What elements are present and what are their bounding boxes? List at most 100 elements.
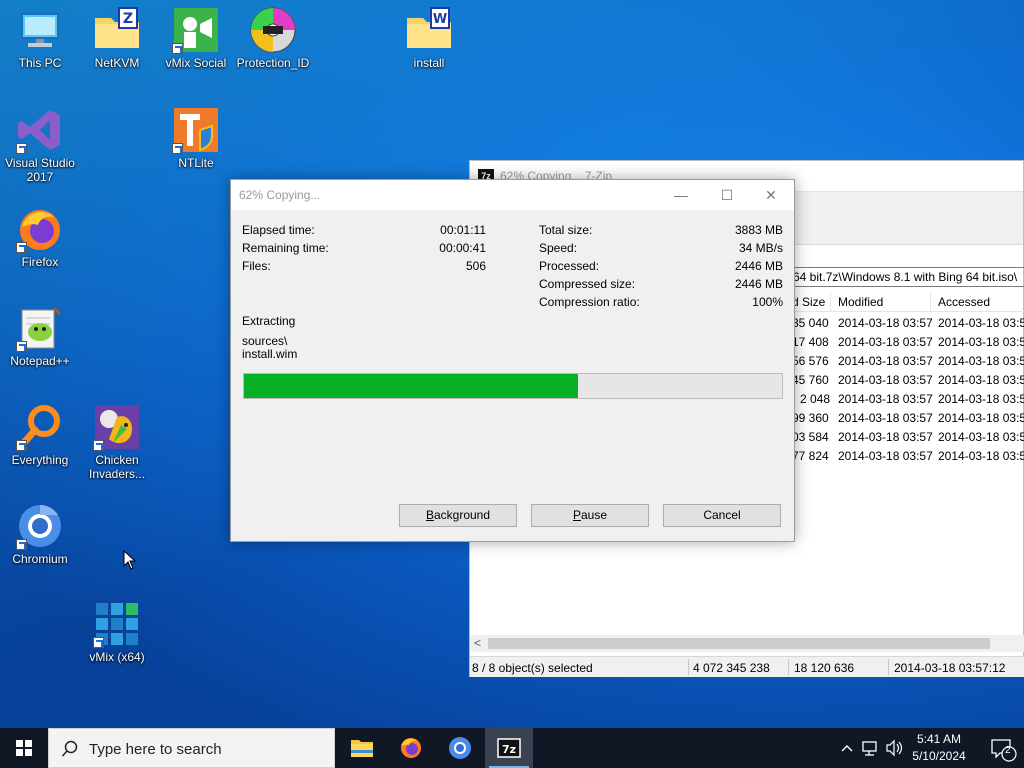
desktop-icon-protection-id[interactable]: Protection_ID [233, 6, 313, 70]
scroll-left-icon[interactable]: < [474, 636, 481, 650]
desktop-icon-label: NTLite [178, 156, 214, 170]
svg-text:7z: 7z [502, 743, 516, 756]
pause-button-accelerator: P [572, 508, 581, 522]
taskbar-seven-zip[interactable]: 7z [485, 728, 533, 768]
desktop-icon-label: Protection_ID [236, 56, 310, 70]
file-accessed: 2014-03-18 03:57 [938, 392, 1024, 406]
vmix-social-icon [172, 6, 220, 54]
column-header-size[interactable]: d Size [792, 295, 825, 309]
search-icon [61, 740, 78, 757]
file-accessed: 2014-03-18 03:57 [938, 449, 1024, 463]
column-header-modified[interactable]: Modified [838, 295, 883, 309]
shortcut-arrow-icon [16, 341, 27, 352]
minimize-button[interactable]: — [658, 180, 704, 210]
notification-count-badge: 2 [1005, 745, 1011, 756]
file-accessed: 2014-03-18 03:57 [938, 411, 1024, 425]
chromium-icon [16, 502, 64, 550]
column-header-accessed[interactable]: Accessed [938, 295, 990, 309]
file-size: 99 360 [792, 411, 829, 425]
desktop-icon-vmix[interactable]: vMix (x64) [77, 600, 157, 664]
file-explorer-icon [351, 740, 373, 757]
pause-button[interactable]: Pause [531, 504, 649, 527]
folder-icon: Z [93, 6, 141, 54]
file-modified: 2014-03-18 03:57 [838, 449, 933, 463]
file-modified: 2014-03-18 03:57 [838, 373, 933, 387]
desktop-icon-this-pc[interactable]: This PC [0, 6, 80, 70]
taskbar-file-explorer[interactable] [338, 728, 386, 768]
file-size: 77 824 [792, 449, 829, 463]
file-accessed: 2014-03-18 03:57 [938, 430, 1024, 444]
processed-value: 2446 MB [734, 259, 783, 273]
shortcut-arrow-icon [172, 43, 183, 54]
desktop-icon-label: Visual Studio 2017 [5, 156, 75, 184]
desktop-icon-everything[interactable]: Everything [0, 403, 80, 467]
file-size: 2 048 [800, 392, 831, 406]
firefox-icon [401, 738, 421, 758]
elapsed-time-label: Elapsed time: [242, 223, 315, 237]
network-icon[interactable] [860, 728, 882, 768]
desktop-icon-label: NetKVM [94, 56, 140, 70]
total-size-label: Total size: [539, 223, 593, 237]
mouse-cursor-icon [123, 549, 137, 573]
background-button-accelerator: B [425, 508, 434, 522]
maximize-button[interactable]: ☐ [704, 180, 750, 210]
scrollbar-thumb[interactable] [488, 638, 990, 649]
status-bar: 8 / 8 object(s) selected 4 072 345 238 1… [470, 656, 1024, 677]
copy-progress-dialog[interactable]: 62% Copying... — ☐ ✕ Elapsed time: 00:01… [230, 179, 795, 542]
action-center-button[interactable]: 2 [980, 728, 1024, 768]
file-modified: 2014-03-18 03:57 [838, 335, 933, 349]
desktop-icon-label: Everything [11, 453, 69, 467]
taskbar-search-box[interactable]: Type here to search [48, 728, 335, 768]
file-modified: 2014-03-18 03:57 [838, 316, 933, 330]
files-value: 506 [465, 259, 486, 273]
desktop-icon-label: Chromium [12, 552, 68, 566]
shortcut-arrow-icon [16, 143, 27, 154]
files-label: Files: [242, 259, 271, 273]
taskbar: Type here to search 7z 5:41 AM 5/10/2024… [0, 728, 1024, 768]
file-accessed: 2014-03-18 03:57 [938, 335, 1024, 349]
taskbar-chromium[interactable] [436, 728, 484, 768]
file-size: 35 040 [792, 316, 829, 330]
compression-ratio-value: 100% [752, 295, 783, 309]
dialog-titlebar[interactable]: 62% Copying... — ☐ ✕ [231, 180, 794, 210]
windows-logo-icon [16, 740, 32, 756]
taskbar-clock[interactable]: 5:41 AM 5/10/2024 [900, 731, 978, 765]
remaining-time-value: 00:00:41 [439, 241, 486, 255]
remaining-time-label: Remaining time: [242, 241, 329, 255]
desktop-icon-ntlite[interactable]: NTLite [156, 106, 236, 170]
desktop-icon-firefox[interactable]: Firefox [0, 205, 80, 269]
vmix-icon [93, 600, 141, 648]
file-accessed: 2014-03-18 03:57 [938, 373, 1024, 387]
desktop-icon-chicken-invaders[interactable]: Chicken Invaders... [77, 403, 157, 481]
desktop-icon-label: vMix Social [165, 56, 227, 70]
cancel-button[interactable]: Cancel [663, 504, 781, 527]
taskbar-firefox[interactable] [387, 728, 435, 768]
pause-button-label: ause [580, 508, 608, 522]
desktop-icon-visual-studio[interactable]: Visual Studio 2017 [0, 106, 80, 184]
close-button[interactable]: ✕ [748, 180, 794, 210]
tray-overflow-chevron-icon[interactable] [838, 728, 856, 768]
desktop-icon-chromium[interactable]: Chromium [0, 502, 80, 566]
desktop-icon-notepad-plus-plus[interactable]: Notepad++ [0, 304, 80, 368]
visual-studio-icon [16, 106, 64, 154]
current-file: install.wim [242, 347, 298, 361]
chicken-invaders-icon [93, 403, 141, 451]
desktop-icon-vmix-social[interactable]: vMix Social [156, 6, 236, 70]
progress-bar [243, 373, 783, 399]
desktop-icon-label: This PC [18, 56, 62, 70]
search-placeholder: Type here to search [89, 741, 222, 758]
start-button[interactable] [0, 728, 48, 768]
desktop-icon-label: vMix (x64) [89, 650, 145, 664]
status-selected: 8 / 8 object(s) selected [472, 661, 593, 675]
firefox-icon [16, 205, 64, 253]
compressed-size-value: 2446 MB [734, 277, 783, 291]
horizontal-scrollbar[interactable]: < [470, 635, 1024, 652]
desktop-icon-netkvm[interactable]: Z NetKVM [77, 6, 157, 70]
speed-label: Speed: [539, 241, 578, 255]
file-modified: 2014-03-18 03:57 [838, 430, 933, 444]
shortcut-arrow-icon [93, 637, 104, 648]
background-button[interactable]: Background [399, 504, 517, 527]
desktop-icon-label: Firefox [21, 255, 59, 269]
desktop-icon-install[interactable]: W install [389, 6, 469, 70]
disc-icon [249, 6, 297, 54]
